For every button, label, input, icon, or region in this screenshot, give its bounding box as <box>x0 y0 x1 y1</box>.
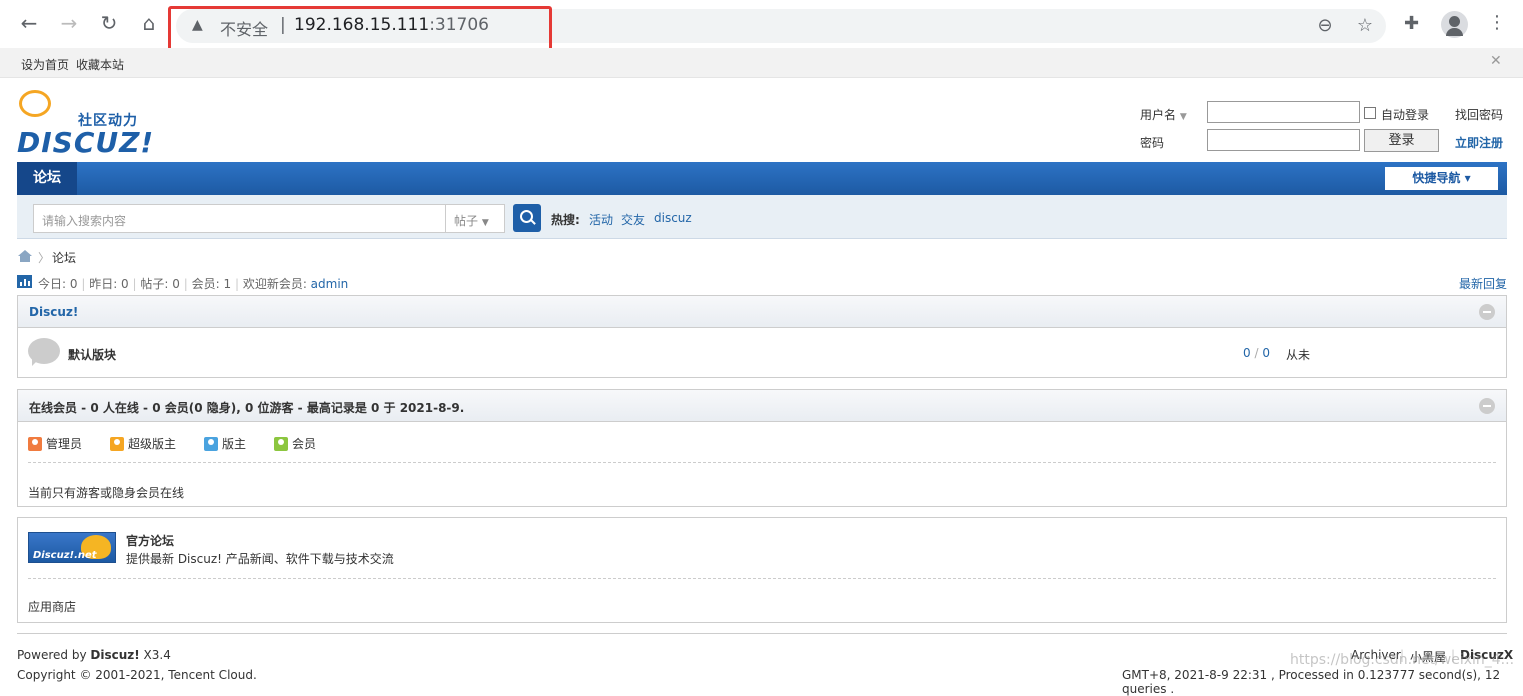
forum-bubble-icon <box>28 338 60 366</box>
username-input[interactable] <box>1207 101 1360 123</box>
username-label[interactable]: 用户名 ▼ <box>1140 106 1187 123</box>
hot-link-activity[interactable]: 活动 <box>589 211 613 228</box>
forum-last-post: 从未 <box>1286 348 1311 362</box>
category-title[interactable]: Discuz! <box>29 305 78 319</box>
stats-posts: 帖子: 0 <box>140 277 180 291</box>
breadcrumb-home-icon[interactable] <box>18 250 32 262</box>
set-homepage-link[interactable]: 设为首页 <box>21 56 69 73</box>
menu-kebab-icon[interactable]: ⋮ <box>1488 12 1506 33</box>
powered-by: Powered by Discuz! X3.4 <box>17 648 171 662</box>
main-navbar: 论坛 快捷导航 ▾ <box>17 162 1507 195</box>
forum-name-link[interactable]: 默认版块 <box>68 346 116 363</box>
super-moderator-user-icon <box>110 437 124 451</box>
search-bar: 请输入搜索内容 帖子 ▼ 热搜: 活动 交友 discuz <box>17 195 1507 239</box>
back-arrow-icon[interactable]: ← <box>18 12 40 34</box>
hot-search-label: 热搜: <box>551 213 580 227</box>
username-type-dropdown-icon: ▼ <box>1179 112 1187 122</box>
chevron-down-icon: ▼ <box>481 218 489 228</box>
browser-toolbar: ← → ↻ ⌂ ▲ 不安全 | 192.168.15.111:31706 ⊖ ☆… <box>0 0 1523 63</box>
home-icon[interactable]: ⌂ <box>138 12 160 34</box>
breadcrumb-current[interactable]: 论坛 <box>52 249 76 266</box>
quick-nav-button[interactable]: 快捷导航 ▾ <box>1385 167 1498 190</box>
app-store-link[interactable]: 应用商店 <box>28 598 76 615</box>
online-header: 在线会员 - 0 人在线 - 0 会员(0 隐身), 0 位游客 - 最高记录是… <box>18 390 1506 422</box>
official-forum-link[interactable]: 官方论坛 <box>126 532 174 549</box>
auto-login-label: 自动登录 <box>1381 108 1430 122</box>
legend-mod: 版主 <box>204 435 246 452</box>
links-box: Discuz!.net 官方论坛 提供最新 Discuz! 产品新闻、软件下载与… <box>17 517 1507 623</box>
legend-member: 会员 <box>274 435 316 452</box>
search-input[interactable]: 请输入搜索内容 <box>33 204 445 233</box>
site-logo[interactable]: 社区动力 DISCUZ! <box>17 88 155 159</box>
stats-yesterday: 昨日: 0 <box>89 277 129 291</box>
processed-info: GMT+8, 2021-8-9 22:31 , Processed in 0.1… <box>1122 668 1501 696</box>
bookmark-site-link[interactable]: 收藏本站 <box>76 56 124 73</box>
stats-chart-icon <box>17 275 32 288</box>
stats-welcome: 欢迎新会员: <box>242 277 311 291</box>
online-title[interactable]: 在线会员 - 0 人在线 - 0 会员(0 隐身), 0 位游客 - 最高记录是… <box>29 399 464 416</box>
online-members-box: 在线会员 - 0 人在线 - 0 会员(0 隐身), 0 位游客 - 最高记录是… <box>17 389 1507 507</box>
hot-link-discuz[interactable]: discuz <box>654 211 692 225</box>
zoom-out-icon[interactable]: ⊖ <box>1314 15 1336 37</box>
hot-link-dating[interactable]: 交友 <box>621 211 645 228</box>
forum-category-box: Discuz! 默认版块 0 / 0 从未 <box>17 295 1507 378</box>
login-button[interactable]: 登录 <box>1364 129 1439 152</box>
online-message: 当前只有游客或隐身会员在线 <box>28 486 185 500</box>
forum-counts: 0 / 0 <box>1243 346 1270 360</box>
nav-item-forum[interactable]: 论坛 <box>17 162 77 195</box>
stats-members: 会员: 1 <box>191 277 232 291</box>
find-password-link[interactable]: 找回密码 <box>1455 106 1503 123</box>
bookmark-star-icon[interactable]: ☆ <box>1354 15 1376 37</box>
breadcrumb-separator: 〉 <box>38 251 51 265</box>
stats-today: 今日: 0 <box>38 277 78 291</box>
moderator-user-icon <box>204 437 218 451</box>
password-input[interactable] <box>1207 129 1360 151</box>
new-member-link[interactable]: admin <box>311 277 349 291</box>
official-forum-desc: 提供最新 Discuz! 产品新闻、软件下载与技术交流 <box>126 552 394 566</box>
copyright: Copyright © 2001-2021, Tencent Cloud. <box>17 668 257 682</box>
member-user-icon <box>274 437 288 451</box>
reload-icon[interactable]: ↻ <box>98 12 120 34</box>
auto-login-checkbox[interactable] <box>1364 107 1376 119</box>
discuz-net-logo[interactable]: Discuz!.net <box>28 532 116 563</box>
latest-reply-link[interactable]: 最新回复 <box>1459 275 1507 292</box>
collapse-minus-icon[interactable] <box>1479 304 1495 320</box>
divider <box>28 578 1496 579</box>
legend-super-mod: 超级版主 <box>110 435 176 452</box>
watermark: https://blog.csdn.net/weixin_4... <box>1290 652 1515 668</box>
extensions-puzzle-icon[interactable]: ✚ <box>1404 13 1419 34</box>
profile-avatar-icon[interactable] <box>1441 11 1468 38</box>
register-link[interactable]: 立即注册 <box>1455 134 1503 151</box>
password-label: 密码 <box>1140 136 1165 150</box>
admin-user-icon <box>28 437 42 451</box>
forum-row: 默认版块 0 / 0 从未 <box>18 328 1506 378</box>
collapse-minus-icon[interactable] <box>1479 398 1495 414</box>
logo-wordmark: DISCUZ! <box>17 126 155 159</box>
forum-stats: 今日: 0 | 昨日: 0 | 帖子: 0 | 会员: 1 | 欢迎新会员: a… <box>38 277 349 291</box>
collapse-toggle-icon[interactable]: ✕ <box>1490 53 1502 69</box>
logo-text: Discuz!.net <box>33 550 97 561</box>
category-header: Discuz! <box>18 296 1506 328</box>
powered-brand-link[interactable]: Discuz! <box>90 648 139 662</box>
search-button[interactable] <box>513 204 541 232</box>
logo-bubble-icon <box>19 90 51 117</box>
site-topbar: 设为首页 收藏本站 ✕ <box>0 48 1523 78</box>
footer-divider <box>17 633 1507 634</box>
search-type-select[interactable]: 帖子 ▼ <box>445 204 505 233</box>
search-type-value: 帖子 <box>454 214 479 228</box>
forward-arrow-icon[interactable]: → <box>58 12 80 34</box>
divider <box>28 462 1496 463</box>
legend-admin: 管理员 <box>28 435 82 452</box>
